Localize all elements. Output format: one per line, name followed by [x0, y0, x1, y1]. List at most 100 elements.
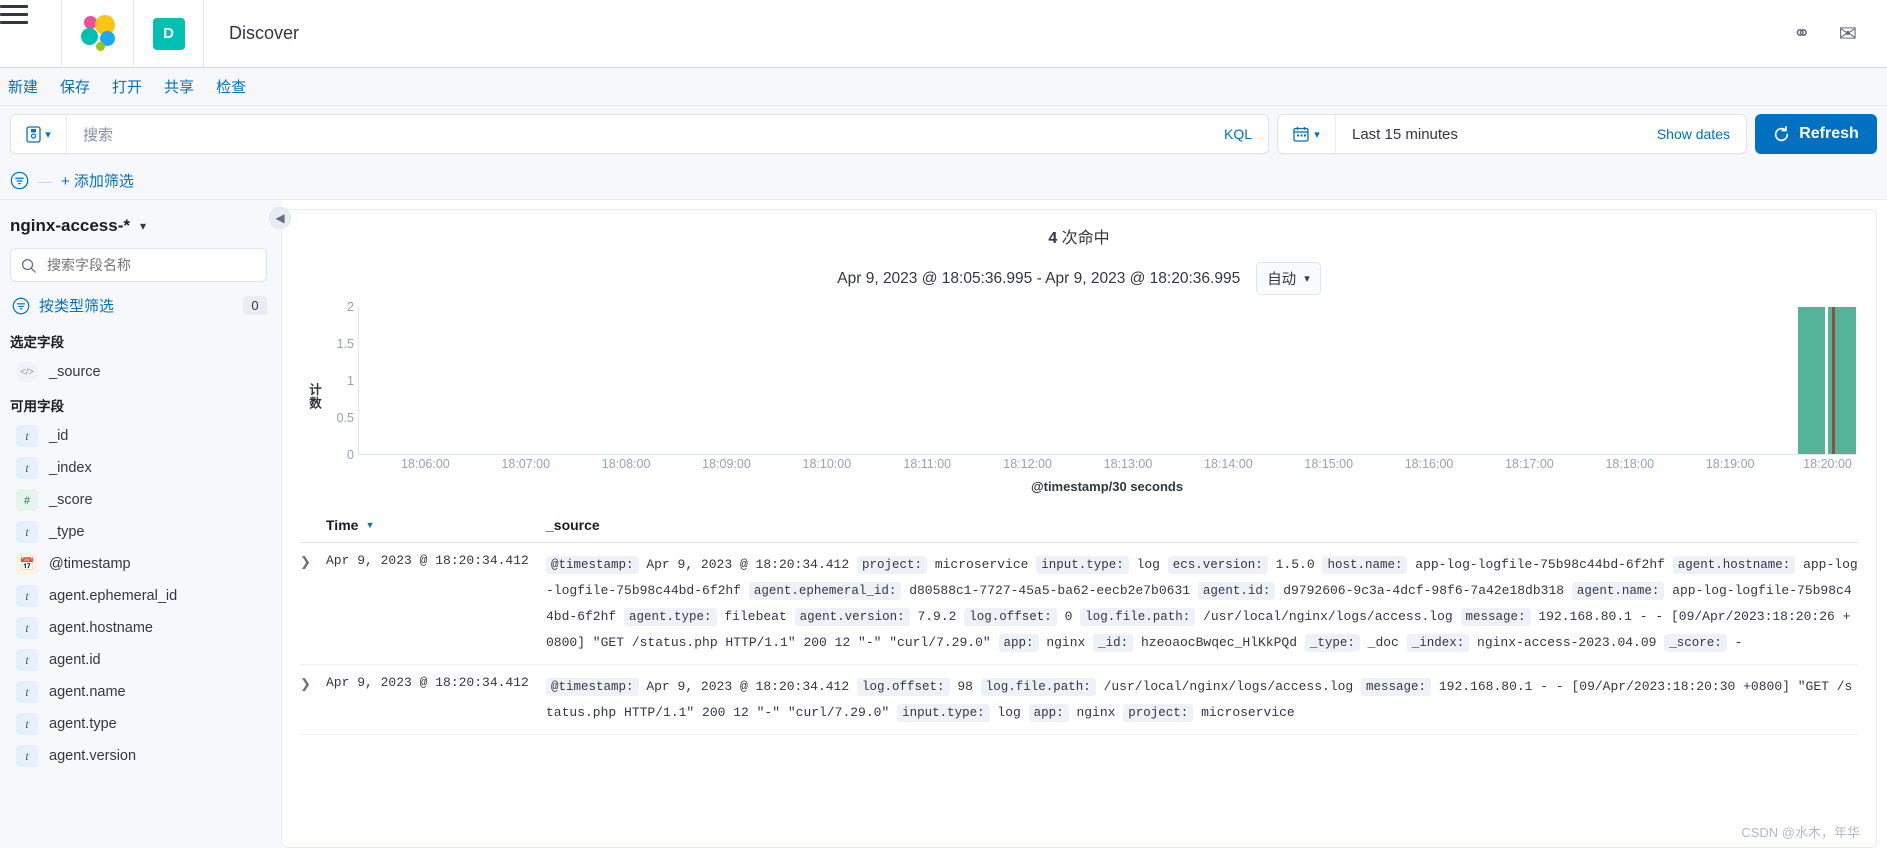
current-time-marker	[1832, 307, 1836, 454]
global-header: D Discover ⚭ ✉	[0, 0, 1887, 68]
hit-count-title: 4 次命中	[300, 224, 1858, 248]
source-type-icon: </>	[16, 361, 38, 383]
search-input[interactable]: 搜索	[67, 124, 1208, 145]
add-filter-button[interactable]: + 添加筛选	[61, 170, 134, 191]
index-pattern-name: nginx-access-*	[10, 216, 130, 235]
field-name: _id	[49, 428, 69, 444]
x-tick: 18:16:00	[1404, 457, 1454, 471]
chart-bar[interactable]	[1797, 307, 1826, 454]
index-pattern-switcher[interactable]: nginx-access-* ▾	[10, 216, 267, 236]
string-type-icon: t	[16, 585, 38, 607]
field-value: log	[1136, 557, 1160, 572]
menu-item-open[interactable]: 打开	[112, 76, 142, 97]
mail-envelope-icon[interactable]: ✉	[1839, 21, 1857, 47]
field-value: d9792606-9c3a-4dcf-98f6-7a42e18db318	[1283, 583, 1565, 598]
field-key: @timestamp:	[546, 556, 639, 574]
query-language-button[interactable]: KQL	[1208, 126, 1268, 142]
field-item-agent-hostname[interactable]: t agent.hostname	[10, 612, 267, 644]
y-tick: 1	[347, 374, 354, 388]
saved-query-icon	[26, 125, 41, 143]
filter-by-type-button[interactable]: 按类型筛选 0	[10, 292, 267, 324]
filter-bar: — + 添加筛选	[0, 162, 1887, 200]
field-item-_score[interactable]: # _score	[10, 484, 267, 516]
field-name: _score	[49, 492, 93, 508]
string-type-icon: t	[16, 521, 38, 543]
date-type-icon: 📅	[16, 553, 38, 575]
available-fields-list: t _id t _index # _score t _type 📅 @times…	[10, 420, 267, 772]
chart-plot-area[interactable]	[358, 307, 1856, 455]
show-dates-button[interactable]: Show dates	[1657, 126, 1746, 142]
string-type-icon: t	[16, 425, 38, 447]
field-key: _id:	[1093, 634, 1134, 652]
y-tick: 2	[347, 300, 354, 314]
field-item-_index[interactable]: t _index	[10, 452, 267, 484]
elastic-logo-icon	[79, 14, 117, 53]
expand-row-caret-icon[interactable]: ❯	[300, 674, 326, 726]
refresh-button[interactable]: Refresh	[1755, 114, 1877, 154]
field-value: /usr/local/nginx/logs/access.log	[1103, 679, 1354, 694]
x-axis-label: @timestamp/30 seconds	[1030, 479, 1184, 494]
chevron-down-icon: ▾	[140, 219, 147, 233]
refresh-icon	[1775, 125, 1789, 141]
field-item-_type[interactable]: t _type	[10, 516, 267, 548]
field-item-agent-id[interactable]: t agent.id	[10, 644, 267, 676]
table-row[interactable]: ❯ Apr 9, 2023 @ 18:20:34.412 @timestamp:…	[300, 665, 1858, 735]
field-name: agent.hostname	[49, 620, 153, 636]
help-globe-icon[interactable]: ⚭	[1793, 21, 1811, 46]
field-value: nginx	[1076, 705, 1116, 720]
time-column-header[interactable]: Time ▼	[326, 517, 546, 533]
field-key: app:	[1028, 704, 1069, 722]
field-item-_source[interactable]: </> _source	[10, 356, 267, 388]
watermark: CSDN @水木，年华	[1741, 825, 1860, 840]
expand-row-caret-icon[interactable]: ❯	[300, 552, 326, 656]
field-name: agent.name	[49, 684, 126, 700]
field-item-agent-name[interactable]: t agent.name	[10, 676, 267, 708]
histogram-chart[interactable]: 计数 2 1.5 1 0.5 0 18:06:00 18:07:00 18:08…	[300, 300, 1858, 507]
field-item-agent-type[interactable]: t agent.type	[10, 708, 267, 740]
field-key: agent.version:	[794, 608, 910, 626]
collapse-left-icon: ◀	[275, 211, 285, 225]
menu-item-save[interactable]: 保存	[60, 76, 90, 97]
row-time: Apr 9, 2023 @ 18:20:34.412	[326, 553, 529, 568]
search-input-container[interactable]: ▾ 搜索 KQL	[10, 114, 1269, 154]
collapse-sidebar-button[interactable]: ◀	[269, 207, 291, 229]
menu-item-share[interactable]: 共享	[164, 76, 194, 97]
field-item-_id[interactable]: t _id	[10, 420, 267, 452]
field-name: agent.type	[49, 716, 117, 732]
menu-item-inspect[interactable]: 检查	[216, 76, 246, 97]
chart-range-row: Apr 9, 2023 @ 18:05:36.995 - Apr 9, 2023…	[300, 262, 1858, 295]
date-picker[interactable]: ▾ Last 15 minutes Show dates	[1277, 114, 1747, 154]
field-key: _score:	[1664, 634, 1727, 652]
interval-select[interactable]: 自动 ▾	[1256, 262, 1321, 295]
field-search-input[interactable]	[45, 256, 256, 274]
field-item-timestamp[interactable]: 📅 @timestamp	[10, 548, 267, 580]
filter-by-type-label: 按类型筛选	[39, 298, 115, 315]
date-range-value[interactable]: Last 15 minutes	[1336, 126, 1657, 143]
chart-time-range: Apr 9, 2023 @ 18:05:36.995 - Apr 9, 2023…	[837, 269, 1241, 287]
field-item-agent-version[interactable]: t agent.version	[10, 740, 267, 772]
field-value: d80588c1-7727-45a5-ba62-eecb2e7b0631	[909, 583, 1191, 598]
field-name: agent.version	[49, 748, 137, 764]
field-value: microservice	[934, 557, 1029, 572]
field-key: host.name:	[1322, 556, 1408, 574]
app-badge-container[interactable]: D	[134, 0, 204, 68]
field-name: _type	[49, 524, 85, 540]
selected-fields-title: 选定字段	[10, 335, 64, 350]
field-key: log.offset:	[964, 608, 1057, 626]
field-key: ecs.version:	[1167, 556, 1268, 574]
field-key: input.type:	[1036, 556, 1129, 574]
field-key: message:	[1460, 608, 1531, 626]
field-key: agent.ephemeral_id:	[748, 582, 902, 600]
field-key: log.offset:	[856, 678, 950, 696]
search-icon	[21, 258, 36, 273]
field-search-container[interactable]	[10, 248, 267, 282]
filter-by-type-count: 0	[243, 296, 267, 315]
field-item-agent-ephemeral-id[interactable]: t agent.ephemeral_id	[10, 580, 267, 612]
field-value: microservice	[1201, 705, 1295, 720]
refresh-button-label: Refresh	[1799, 125, 1859, 142]
sort-desc-caret-icon[interactable]: ▼	[365, 520, 374, 530]
elastic-home-link[interactable]	[62, 0, 134, 68]
date-quick-select-button[interactable]: ▾	[1278, 115, 1336, 153]
hamburger-menu-button[interactable]	[0, 0, 62, 68]
table-row[interactable]: ❯ Apr 9, 2023 @ 18:20:34.412 @timestamp:…	[300, 543, 1858, 665]
